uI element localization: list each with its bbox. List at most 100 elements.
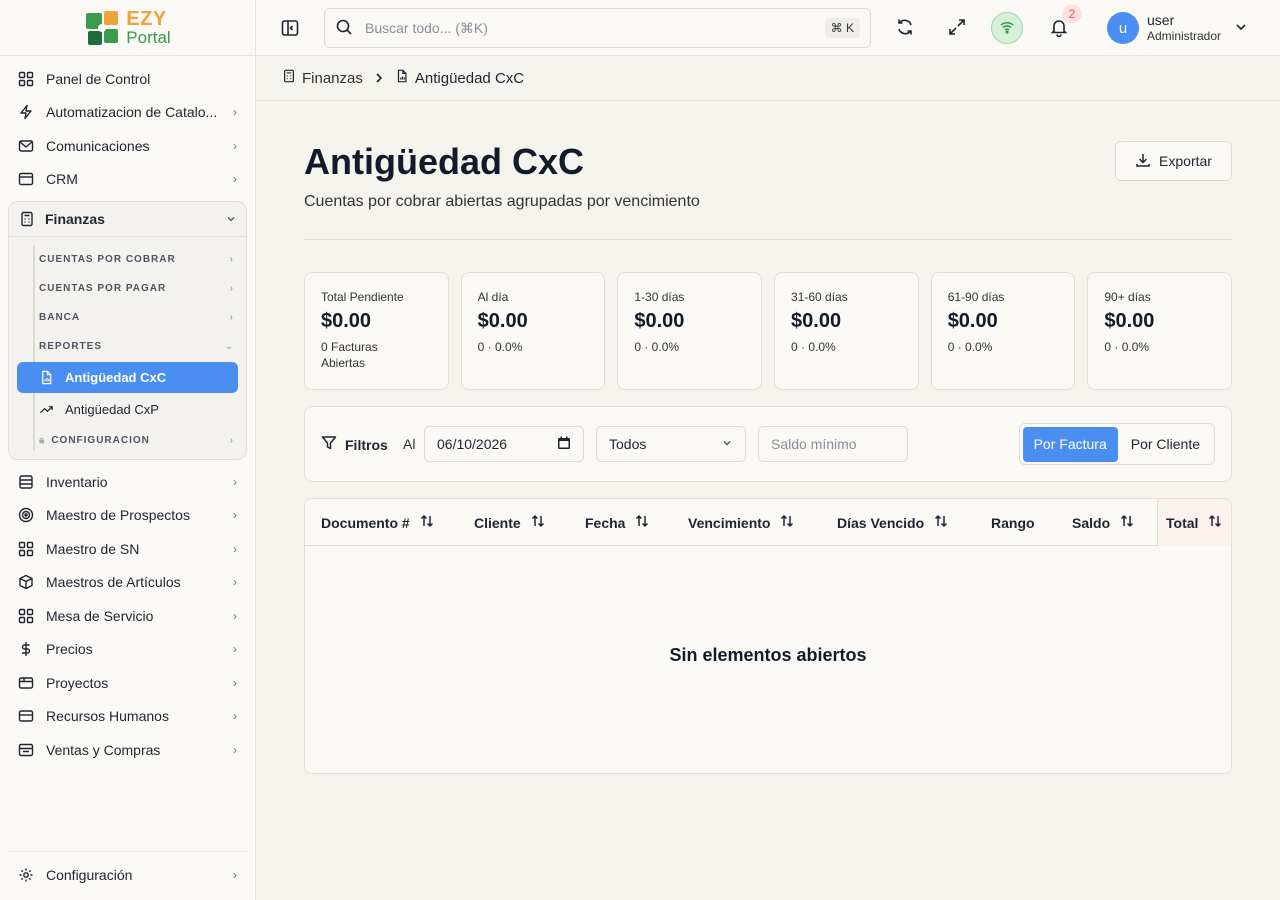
export-button[interactable]: Exportar bbox=[1115, 141, 1232, 181]
date-field[interactable]: 06/10/2026 bbox=[424, 426, 584, 462]
breadcrumb: Finanzas Antigüedad CxC bbox=[256, 56, 1280, 101]
by-client-button[interactable]: Por Cliente bbox=[1120, 427, 1211, 462]
filter-icon bbox=[321, 435, 337, 454]
column-header-cliente[interactable]: Cliente bbox=[474, 499, 546, 546]
sort-icon bbox=[1207, 513, 1223, 532]
dollar-icon bbox=[18, 641, 34, 657]
gear-icon bbox=[18, 867, 34, 883]
chevron-right-icon: › bbox=[229, 254, 234, 265]
sidebar-toggle-button[interactable] bbox=[278, 16, 302, 40]
sidebar-item-maestro-prospectos[interactable]: Maestro de Prospectos › bbox=[8, 499, 247, 533]
category-label: CUENTAS POR COBRAR bbox=[39, 254, 176, 265]
by-invoice-button[interactable]: Por Factura bbox=[1022, 426, 1118, 462]
sidebar-item-ventas-compras[interactable]: Ventas y Compras › bbox=[8, 733, 247, 767]
kpi-value: $0.00 bbox=[477, 310, 528, 332]
sidebar-item-comunicaciones[interactable]: Comunicaciones › bbox=[8, 129, 247, 163]
database-icon bbox=[18, 474, 34, 490]
column-label: Saldo bbox=[1072, 514, 1111, 531]
sidebar-item-antiguedad-cxp[interactable]: Antigüedad CxP bbox=[17, 394, 238, 425]
chevron-right-icon: › bbox=[233, 608, 237, 623]
table-header: Documento # Cliente Fecha Vencimiento Dí… bbox=[305, 499, 1231, 546]
sidebar-category-config[interactable]: 🔒︎ CONFIGURACION › bbox=[17, 426, 238, 455]
sidebar-item-recursos-humanos[interactable]: Recursos Humanos › bbox=[8, 700, 247, 734]
column-label: Documento # bbox=[321, 514, 410, 531]
grid-icon bbox=[18, 608, 34, 624]
sidebar-category-banca[interactable]: BANCA › bbox=[17, 303, 238, 332]
column-header-vencimiento[interactable]: Vencimiento bbox=[688, 499, 795, 546]
chevron-right-icon: › bbox=[233, 474, 237, 489]
calculator-icon bbox=[19, 211, 35, 227]
box-icon bbox=[18, 574, 34, 590]
sidebar-item-label: Proyectos bbox=[46, 674, 109, 691]
column-label: Cliente bbox=[474, 514, 521, 531]
chevron-right-icon: › bbox=[233, 508, 237, 523]
category-label: CUENTAS POR PAGAR bbox=[39, 283, 167, 294]
column-header-rango: Rango bbox=[991, 499, 1035, 546]
sidebar-item-inventario[interactable]: Inventario › bbox=[8, 465, 247, 499]
sidebar-item-finanzas[interactable]: Finanzas bbox=[9, 202, 246, 237]
refresh-icon bbox=[895, 17, 915, 40]
column-header-total[interactable]: Total bbox=[1157, 499, 1231, 546]
sidebar-item-automatizacion[interactable]: Automatizacion de Catalo... › bbox=[8, 96, 247, 130]
calendar-icon[interactable] bbox=[557, 436, 571, 453]
kpi-foot: 0 · 0.0% bbox=[634, 340, 680, 354]
chevron-down-icon[interactable] bbox=[1234, 20, 1248, 37]
sidebar-item-maestro-sn[interactable]: Maestro de SN › bbox=[8, 532, 247, 566]
brand-header: EZY Portal bbox=[0, 0, 255, 56]
chevron-right-icon: › bbox=[233, 709, 237, 724]
sidebar-category-reportes[interactable]: REPORTES ⌄ bbox=[17, 332, 238, 361]
file-chart-icon bbox=[39, 370, 55, 386]
expand-icon bbox=[947, 17, 967, 40]
sidebar-item-antiguedad-cxc[interactable]: Antigüedad CxC bbox=[17, 362, 238, 393]
kpi-card-61-90: 61-90 días $0.00 0 · 0.0% bbox=[930, 272, 1076, 390]
date-label: Al bbox=[403, 436, 416, 452]
breadcrumb-item-finanzas[interactable]: Finanzas bbox=[282, 69, 363, 87]
connection-status[interactable] bbox=[991, 12, 1023, 44]
column-label: Fecha bbox=[585, 514, 626, 531]
sort-icon bbox=[933, 513, 949, 532]
fullscreen-button[interactable] bbox=[945, 16, 969, 40]
sidebar-category-cxc[interactable]: CUENTAS POR COBRAR › bbox=[17, 245, 238, 274]
sidebar-item-label: Antigüedad CxC bbox=[65, 370, 167, 385]
sort-icon bbox=[530, 513, 546, 532]
kpi-card-31-60: 31-60 días $0.00 0 · 0.0% bbox=[774, 272, 919, 390]
kpi-value: $0.00 bbox=[321, 310, 372, 332]
column-header-saldo[interactable]: Saldo bbox=[1072, 499, 1135, 546]
logo[interactable]: EZY Portal bbox=[84, 9, 171, 47]
kpi-foot: 0 · 0.0% bbox=[477, 340, 523, 354]
avatar[interactable]: u bbox=[1107, 12, 1139, 44]
sidebar-item-maestros-articulos[interactable]: Maestros de Artículos › bbox=[8, 566, 247, 600]
refresh-button[interactable] bbox=[893, 16, 917, 40]
chevron-right-icon: › bbox=[233, 541, 237, 556]
filters-bar: Filtros Al 06/10/2026 Todos Por Factura … bbox=[304, 406, 1232, 482]
sidebar-item-panel-de-control[interactable]: Panel de Control bbox=[8, 62, 247, 96]
kpi-value: $0.00 bbox=[634, 310, 685, 332]
kpi-label: 1-30 días bbox=[634, 290, 685, 304]
sidebar-item-proyectos[interactable]: Proyectos › bbox=[8, 666, 247, 700]
divider bbox=[304, 239, 1232, 240]
sidebar-item-label: Panel de Control bbox=[46, 70, 151, 87]
column-header-fecha[interactable]: Fecha bbox=[585, 499, 650, 546]
mail-icon bbox=[18, 138, 34, 154]
crm-icon bbox=[18, 171, 34, 187]
search-input[interactable] bbox=[365, 20, 825, 36]
kpi-foot: 0 · 0.0% bbox=[947, 340, 993, 354]
column-header-documento[interactable]: Documento # bbox=[321, 499, 435, 546]
category-label: REPORTES bbox=[39, 341, 103, 352]
user-name: user bbox=[1147, 12, 1175, 28]
kpi-label: 61-90 días bbox=[947, 290, 1005, 304]
search-box[interactable]: ⌘ K bbox=[324, 8, 871, 48]
folder-icon bbox=[18, 675, 34, 691]
sidebar-category-cxp[interactable]: CUENTAS POR PAGAR › bbox=[17, 274, 238, 303]
sidebar-item-precios[interactable]: Precios › bbox=[8, 633, 247, 667]
status-select[interactable]: Todos bbox=[596, 426, 746, 462]
sidebar-item-crm[interactable]: CRM › bbox=[8, 163, 247, 197]
user-menu[interactable]: user Administrador bbox=[1147, 12, 1221, 43]
column-label: Total bbox=[1166, 514, 1199, 531]
sidebar-item-configuracion[interactable]: Configuración › bbox=[8, 859, 247, 893]
filters-label: Filtros bbox=[321, 435, 388, 454]
min-balance-input[interactable] bbox=[758, 426, 908, 462]
column-header-dias-vencido[interactable]: Días Vencido bbox=[837, 499, 949, 546]
sidebar-item-mesa-servicio[interactable]: Mesa de Servicio › bbox=[8, 599, 247, 633]
sidebar-item-label: Inventario bbox=[46, 473, 108, 490]
